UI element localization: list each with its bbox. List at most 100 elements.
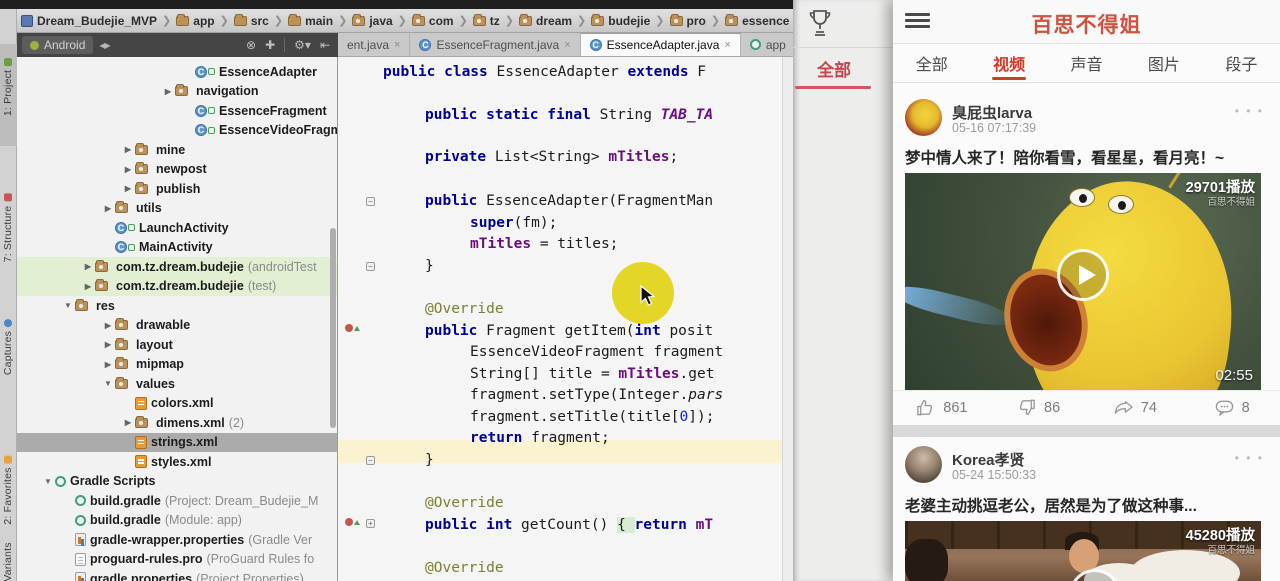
tree-item-mipmap[interactable]: ▶ mipmap — [17, 355, 337, 375]
tree-expand-arrow[interactable]: ▼ — [101, 379, 115, 388]
trophy-icon[interactable] — [807, 8, 833, 38]
video-thumbnail[interactable]: 29701播放 百思不得姐 02:55 — [905, 173, 1261, 390]
phone-tab-图片[interactable]: 图片 — [1125, 44, 1202, 82]
toolwindow-tab-project[interactable]: 1: Project — [2, 57, 14, 116]
tree-expand-arrow[interactable]: ▶ — [121, 165, 135, 174]
breadcrumb-item[interactable]: main — [288, 13, 333, 28]
dislike-button[interactable]: 86 — [990, 397, 1087, 418]
breadcrumb-item[interactable]: tz — [472, 13, 500, 28]
phone-tab-段子[interactable]: 段子 — [1203, 44, 1280, 82]
editor-tab-essencefragment-java[interactable]: C EssenceFragment.java × — [410, 33, 581, 56]
code-fold-icon[interactable]: + — [366, 519, 375, 528]
tree-item-gradle-properties[interactable]: gradle.properties (Project Properties) — [17, 569, 337, 581]
tree-item-com-tz-dream-budejie[interactable]: ▶ com.tz.dream.budejie (test) — [17, 276, 337, 296]
post-username[interactable]: 臭屁虫larva — [952, 102, 1032, 123]
tree-item-essenceadapter[interactable]: C EssenceAdapter — [17, 62, 337, 82]
editor-scrollbar[interactable] — [782, 57, 793, 581]
tree-item-proguard-rules-pro[interactable]: proguard-rules.pro (ProGuard Rules fo — [17, 550, 337, 570]
tree-expand-arrow[interactable]: ▶ — [121, 145, 135, 154]
code-fold-icon[interactable]: − — [366, 262, 375, 271]
post-username[interactable]: Korea孝贤 — [952, 449, 1025, 470]
left-screen-tab-all[interactable]: 全部 — [817, 56, 851, 81]
code-fold-icon[interactable]: − — [366, 197, 375, 206]
breadcrumb-item[interactable]: Dream_Budejie_MVP — [21, 14, 157, 28]
tree-item-values[interactable]: ▼ values — [17, 374, 337, 394]
tree-item-newpost[interactable]: ▶ newpost — [17, 160, 337, 180]
tree-expand-arrow[interactable]: ▶ — [81, 262, 95, 271]
breadcrumb-item[interactable]: src — [233, 13, 269, 28]
toolwindow-tab-structure[interactable]: 7: Structure — [2, 193, 14, 262]
collapse-all-icon[interactable]: ⊗ — [246, 38, 256, 52]
phone-tab-声音[interactable]: 声音 — [1048, 44, 1125, 82]
breadcrumb-item[interactable]: budejie — [591, 13, 650, 28]
breadcrumb-item[interactable]: java — [352, 13, 393, 28]
expand-collapse-arrows-icon[interactable]: ◀▶ — [99, 41, 110, 50]
class-icon: C — [195, 104, 207, 117]
share-button[interactable]: 74 — [1087, 397, 1184, 418]
override-method-icon[interactable] — [345, 518, 360, 526]
tree-expand-arrow[interactable]: ▶ — [161, 87, 175, 96]
tab-close-icon[interactable]: × — [564, 39, 570, 51]
avatar[interactable] — [905, 99, 942, 136]
toolwindow-tab-variants[interactable]: Variants — [2, 542, 14, 581]
tree-item-dimens-xml[interactable]: ▶ dimens.xml (2) — [17, 413, 337, 433]
toolwindow-tab-favorites[interactable]: 2: Favorites — [2, 455, 14, 525]
tree-item-build-gradle[interactable]: build.gradle (Module: app) — [17, 511, 337, 531]
post-more-icon[interactable]: • • • — [1235, 451, 1264, 465]
phone-tab-视频[interactable]: 视频 — [970, 44, 1047, 82]
tree-expand-arrow[interactable]: ▶ — [81, 282, 95, 291]
code-editor[interactable]: public class EssenceAdapter extends F pub… — [338, 57, 793, 581]
code-fold-icon[interactable]: − — [366, 456, 375, 465]
tree-item-mine[interactable]: ▶ mine — [17, 140, 337, 160]
breadcrumb-item[interactable]: app — [176, 13, 215, 28]
editor-tab-app[interactable]: app — [741, 33, 793, 56]
tree-scrollbar[interactable] — [330, 228, 336, 428]
tree-item-essencevideofragm[interactable]: C EssenceVideoFragm — [17, 121, 337, 141]
tree-item-build-gradle[interactable]: build.gradle (Project: Dream_Budejie_M — [17, 491, 337, 511]
project-view-selector[interactable]: Android — [22, 36, 94, 54]
tree-expand-arrow[interactable]: ▶ — [121, 418, 135, 427]
phone-tab-全部[interactable]: 全部 — [893, 44, 970, 82]
tree-item-gradle-wrapper-properties[interactable]: gradle-wrapper.properties (Gradle Ver — [17, 530, 337, 550]
tree-item-launchactivity[interactable]: C LaunchActivity — [17, 218, 337, 238]
tab-close-icon[interactable]: × — [724, 39, 730, 51]
breadcrumb-item[interactable]: essence — [725, 13, 789, 28]
tree-expand-arrow[interactable]: ▶ — [101, 321, 115, 330]
tree-expand-arrow[interactable]: ▶ — [101, 204, 115, 213]
tree-expand-arrow[interactable]: ▶ — [101, 340, 115, 349]
tree-item-res[interactable]: ▼ res — [17, 296, 337, 316]
tab-close-icon[interactable]: × — [394, 39, 400, 51]
editor-tab-ent-java[interactable]: ent.java × — [338, 33, 411, 56]
tree-expand-arrow[interactable]: ▼ — [61, 301, 75, 310]
breadcrumb-item[interactable]: com — [411, 13, 454, 28]
settings-gear-icon[interactable]: ⚙▾ — [294, 38, 311, 52]
locate-file-icon[interactable]: ✚ — [265, 38, 275, 52]
tree-item-layout[interactable]: ▶ layout — [17, 335, 337, 355]
breadcrumb-item[interactable]: dream — [519, 13, 572, 28]
breadcrumb-item[interactable]: pro — [669, 13, 706, 28]
tree-item-utils[interactable]: ▶ utils — [17, 199, 337, 219]
tree-item-publish[interactable]: ▶ publish — [17, 179, 337, 199]
tree-expand-arrow[interactable]: ▶ — [101, 360, 115, 369]
tree-item-colors-xml[interactable]: colors.xml — [17, 394, 337, 414]
editor-tab-essenceadapter-java[interactable]: C EssenceAdapter.java × — [580, 33, 741, 56]
toolwindow-tab-captures[interactable]: Captures — [2, 318, 14, 375]
hide-panel-icon[interactable]: ⇤ — [320, 38, 330, 52]
play-button[interactable] — [1057, 249, 1109, 301]
comment-button[interactable]: 8 — [1183, 397, 1280, 418]
tree-item-styles-xml[interactable]: styles.xml — [17, 452, 337, 472]
tree-item-com-tz-dream-budejie[interactable]: ▶ com.tz.dream.budejie (androidTest — [17, 257, 337, 277]
tree-expand-arrow[interactable]: ▶ — [121, 184, 135, 193]
like-button[interactable]: 861 — [893, 397, 990, 418]
tree-item-drawable[interactable]: ▶ drawable — [17, 316, 337, 336]
avatar[interactable] — [905, 446, 942, 483]
video-thumbnail[interactable]: 45280播放 百思不得姐 — [905, 521, 1261, 581]
tree-item-strings-xml[interactable]: strings.xml — [17, 432, 337, 452]
tree-expand-arrow[interactable]: ▼ — [41, 477, 55, 486]
tree-item-mainactivity[interactable]: C MainActivity — [17, 238, 337, 258]
post-more-icon[interactable]: • • • — [1235, 104, 1264, 118]
tree-item-navigation[interactable]: ▶ navigation — [17, 82, 337, 102]
tree-item-essencefragment[interactable]: C EssenceFragment — [17, 101, 337, 121]
override-method-icon[interactable] — [345, 324, 360, 332]
tree-item-gradle-scripts[interactable]: ▼ Gradle Scripts — [17, 472, 337, 492]
